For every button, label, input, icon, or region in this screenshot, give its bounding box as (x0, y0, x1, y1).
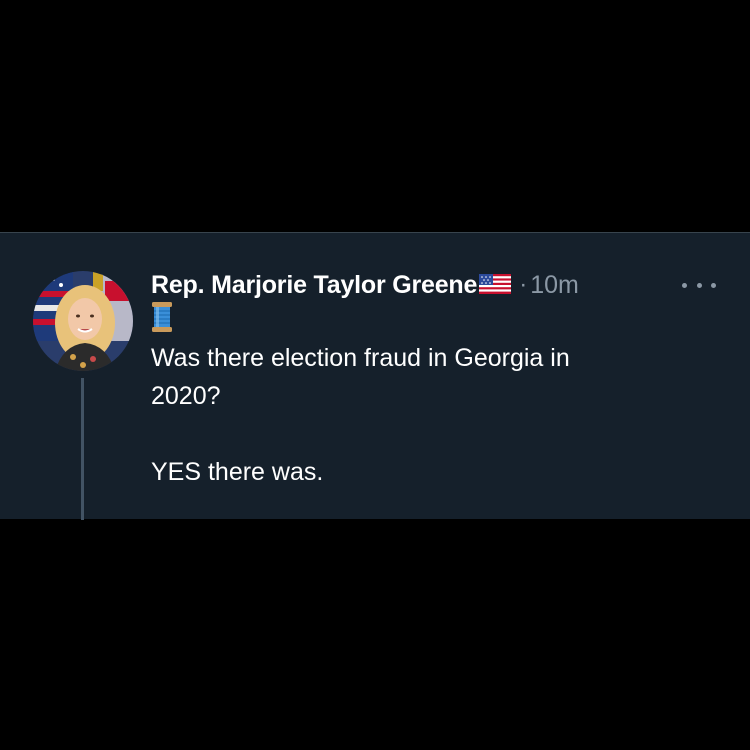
screenshot-canvas: Rep. Marjorie Taylor Greene · 10m Was th… (0, 0, 750, 750)
avatar-photo-icon (33, 271, 133, 371)
tweet-card[interactable]: Rep. Marjorie Taylor Greene · 10m Was th… (0, 232, 750, 520)
tweet-timestamp[interactable]: 10m (530, 271, 579, 300)
avatar[interactable] (33, 271, 133, 371)
us-flag-icon (479, 273, 512, 299)
more-options-button[interactable] (682, 273, 716, 297)
header-separator: · (519, 271, 528, 298)
tweet-text-line: YES there was. (151, 458, 324, 486)
tweet-text-line: 2020? (151, 382, 221, 410)
more-dot-icon (711, 282, 716, 288)
tweet-body: Was there election fraud in Georgia in 2… (151, 301, 721, 491)
author-display-name[interactable]: Rep. Marjorie Taylor Greene (151, 271, 477, 300)
thread-connector-line (81, 378, 84, 520)
more-dot-icon (682, 282, 687, 288)
spool-of-thread-icon (151, 301, 721, 335)
more-dot-icon (696, 282, 702, 288)
tweet-text-line: Was there election fraud in Georgia in (151, 344, 570, 372)
tweet-header: Rep. Marjorie Taylor Greene · 10m (151, 269, 579, 301)
